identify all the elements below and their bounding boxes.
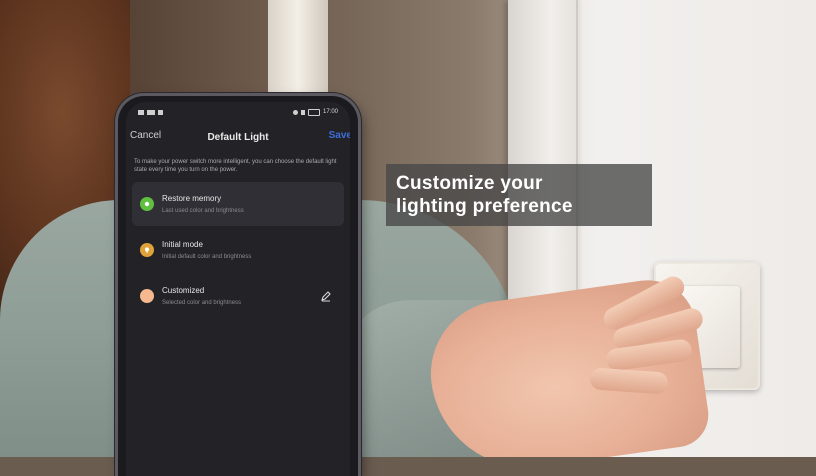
- battery-icon: [307, 108, 320, 116]
- cancel-button[interactable]: Cancel: [130, 130, 161, 141]
- option-initial-mode[interactable]: Initial mode Initial default color and b…: [132, 228, 344, 272]
- signal-icon: [147, 109, 155, 115]
- bluetooth-icon: [300, 109, 305, 115]
- option-subtitle: Last used color and brightness: [162, 208, 244, 214]
- option-subtitle: Selected color and brightness: [162, 300, 242, 306]
- bulb-icon: [140, 243, 154, 257]
- caption-overlay: Customize your lighting preference: [386, 164, 652, 226]
- status-left: [138, 109, 163, 115]
- memory-icon: [140, 197, 154, 211]
- phone: 17:00 Cancel Default Light Save To make …: [118, 96, 358, 476]
- sim-icon: [138, 109, 144, 115]
- caption-line-2: lighting preference: [396, 196, 573, 217]
- option-title: Initial mode: [162, 240, 203, 249]
- option-title: Customized: [162, 286, 205, 295]
- edit-icon[interactable]: [320, 290, 332, 302]
- option-subtitle: Initial default color and brightness: [162, 254, 252, 260]
- status-bar: 17:00: [126, 102, 350, 122]
- option-text: Restore memory Last used color and brigh…: [162, 194, 244, 214]
- option-text: Initial mode Initial default color and b…: [162, 240, 251, 260]
- option-title: Restore memory: [162, 194, 222, 203]
- page-title: Default Light: [207, 131, 269, 143]
- option-text: Customized Selected color and brightness: [162, 286, 241, 306]
- status-time: 17:00: [322, 109, 338, 115]
- nav-bar: Cancel Default Light Save: [126, 122, 350, 152]
- alarm-icon: [292, 109, 298, 115]
- option-customized[interactable]: Customized Selected color and brightness: [132, 274, 344, 318]
- description-text: To make your power switch more intellige…: [134, 159, 337, 173]
- caption-line-1: Customize your: [396, 173, 543, 194]
- status-right: 17:00: [292, 108, 338, 116]
- color-dot-icon: [140, 289, 154, 303]
- option-restore-memory[interactable]: Restore memory Last used color and brigh…: [132, 182, 344, 226]
- wifi-icon: [158, 109, 163, 115]
- phone-screen: 17:00 Cancel Default Light Save To make …: [126, 102, 350, 476]
- save-button[interactable]: Save: [329, 130, 350, 141]
